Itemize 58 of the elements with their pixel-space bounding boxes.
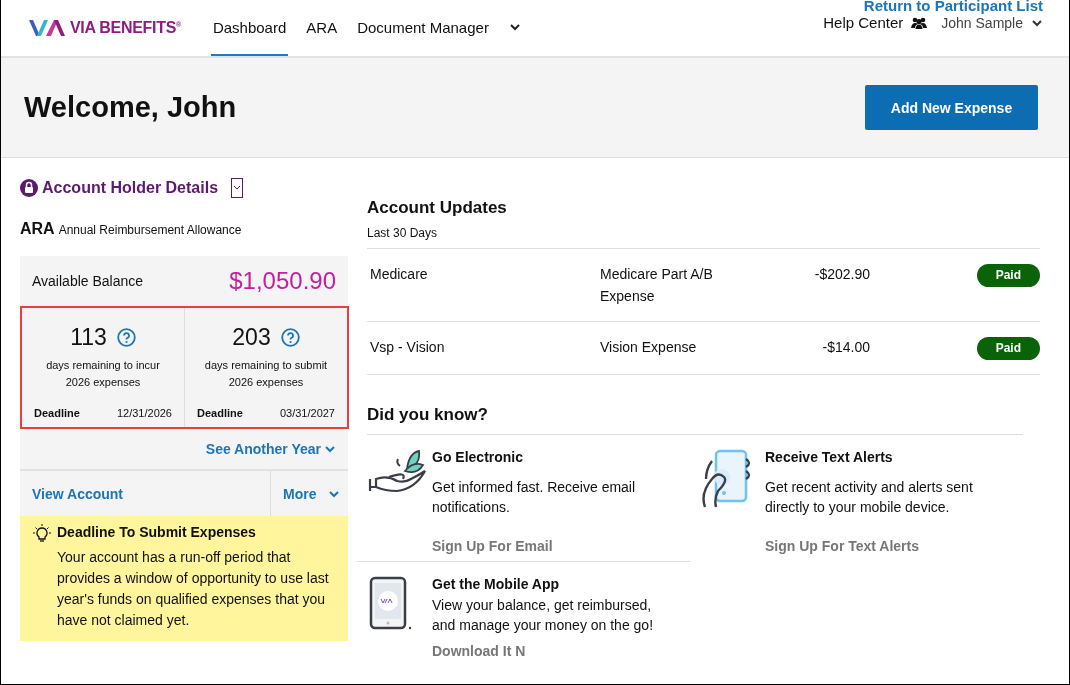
tip-link[interactable]: Sign Up For Text Alerts: [765, 538, 1003, 561]
deadline-date: 03/31/2027: [279, 407, 335, 419]
description-text: Vision Expense: [600, 338, 698, 357]
days-caption: days remaining to incur 2026 expenses: [45, 358, 161, 390]
add-expense-button[interactable]: Add New Expense: [865, 85, 1038, 130]
dropdown-toggle[interactable]: [231, 178, 244, 198]
balance-label: Available Balance: [32, 273, 144, 289]
balance-amount: $1,050.90: [229, 267, 336, 295]
tip-title: Get the Mobile App: [432, 576, 561, 592]
tip-link[interactable]: Download It N: [432, 643, 670, 659]
section-title: Account Holder Details: [42, 179, 219, 197]
plan-name: Annual Reimbursement Allowance: [58, 223, 242, 237]
return-link[interactable]: Return to Participant List: [863, 0, 1043, 14]
plan-code: ARA: [20, 220, 55, 238]
users-icon: [911, 16, 928, 29]
deadline-date: 12/31/2026: [116, 407, 172, 419]
payee-text: Vsp - Vision: [370, 338, 446, 357]
amount-text: -$202.90: [813, 265, 870, 284]
notice-text: Your account has a run-off period that provides a window of opportunity to use last year's funds on qualified expenses that you have not claimed yet.: [57, 548, 330, 630]
tip-title: Go Electronic: [432, 449, 525, 467]
lightbulb-icon: [32, 524, 52, 544]
user-menu[interactable]: John Sample: [941, 14, 1023, 31]
tip-text: Get recent activity and alerts sent directly to your mobile device.: [765, 478, 974, 517]
nav-tab[interactable]: ARA: [304, 0, 340, 56]
payee-text: Medicare: [370, 265, 429, 284]
view-account-link[interactable]: View Account: [20, 471, 270, 516]
section-title: Account Updates: [367, 198, 508, 218]
nav-tab[interactable]: Document Manager: [355, 0, 491, 56]
chevron-down-icon[interactable]: [508, 22, 521, 32]
chevron-down-icon: [328, 488, 341, 499]
lock-icon: [20, 179, 38, 197]
year-link[interactable]: See Another Year: [205, 441, 321, 457]
welcome-heading: Welcome, John: [24, 91, 237, 124]
days-caption: days remaining to submit 2026 expenses: [203, 358, 329, 390]
help-icon[interactable]: [116, 328, 136, 347]
tip-link[interactable]: Sign Up For Email: [432, 538, 670, 561]
status-badge: Paid: [976, 337, 1040, 360]
chevron-down-icon: [233, 185, 242, 191]
tip-text: View your balance, get reimbursed, and manage your money on the go!: [432, 596, 655, 635]
tip-title: Receive Text Alerts: [765, 449, 894, 467]
chevron-down-icon: [324, 444, 336, 454]
days-count: 203: [232, 324, 271, 351]
help-link[interactable]: Help Center: [823, 14, 904, 31]
logo-text: VIA BENEFITS$^{®}$: [70, 19, 181, 37]
tip-text: Get informed fast. Receive email notifications.: [432, 478, 637, 517]
status-badge: Paid: [976, 264, 1040, 287]
amount-text: -$14.00: [821, 338, 870, 357]
logo-icon: [28, 18, 66, 38]
deadline-label: Deadline: [34, 407, 80, 419]
days-count: 113: [70, 324, 107, 351]
chevron-down-icon: [1031, 17, 1043, 28]
help-icon[interactable]: [280, 328, 300, 347]
deadline-label: Deadline: [197, 407, 243, 419]
nav-tab[interactable]: Dashboard: [210, 0, 289, 56]
notice-title: Deadline To Submit Expenses: [57, 524, 257, 542]
section-title: Did you know?: [367, 405, 1023, 435]
description-text: Medicare Part A/B Expense: [600, 265, 714, 306]
period-label: Last 30 Days: [367, 226, 439, 240]
